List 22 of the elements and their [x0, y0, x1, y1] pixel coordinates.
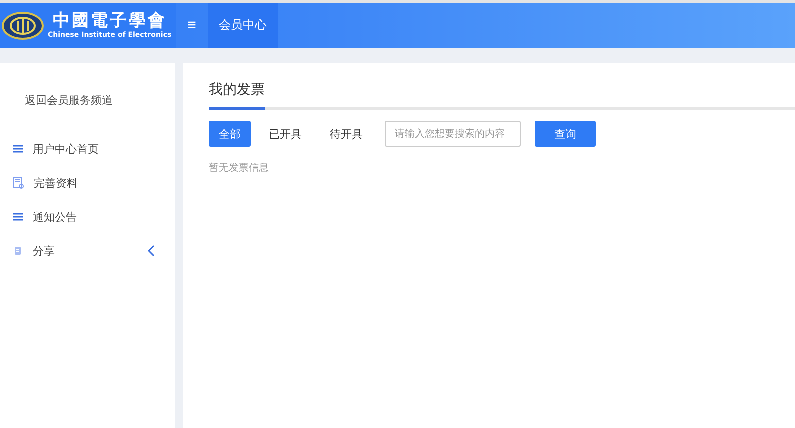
filter-tab[interactable]: 待开具	[320, 121, 373, 147]
filter-tab[interactable]: 已开具	[259, 121, 312, 147]
tab-underline	[209, 107, 265, 110]
menu-button[interactable]: ≡	[176, 3, 208, 48]
page-title: 我的发票	[209, 81, 266, 100]
clipboard-icon	[13, 246, 23, 256]
logo-title: 中國電子學會	[52, 11, 167, 31]
sidebar-item[interactable]: 完善资料	[34, 176, 155, 190]
document-icon	[13, 177, 24, 189]
menu-icon	[13, 145, 23, 153]
filter-tab[interactable]: 全部	[209, 121, 251, 147]
sidebar-item[interactable]: 用户中心首页	[33, 142, 155, 156]
empty-message: 暂无发票信息	[209, 162, 270, 175]
chevron-left-icon[interactable]	[148, 245, 155, 257]
logo-emblem-icon	[2, 12, 44, 40]
menu-icon	[13, 213, 23, 221]
query-button[interactable]: 查询	[535, 121, 596, 147]
search-field[interactable]: 请输入您想要搜索的内容	[385, 121, 521, 147]
back-link[interactable]: 返回会员服务频道	[0, 93, 175, 108]
sidebar-item[interactable]: 分享	[33, 244, 138, 258]
sidebar-item[interactable]: 通知公告	[33, 210, 155, 224]
nav-tab[interactable]: 会员中心	[208, 3, 278, 48]
